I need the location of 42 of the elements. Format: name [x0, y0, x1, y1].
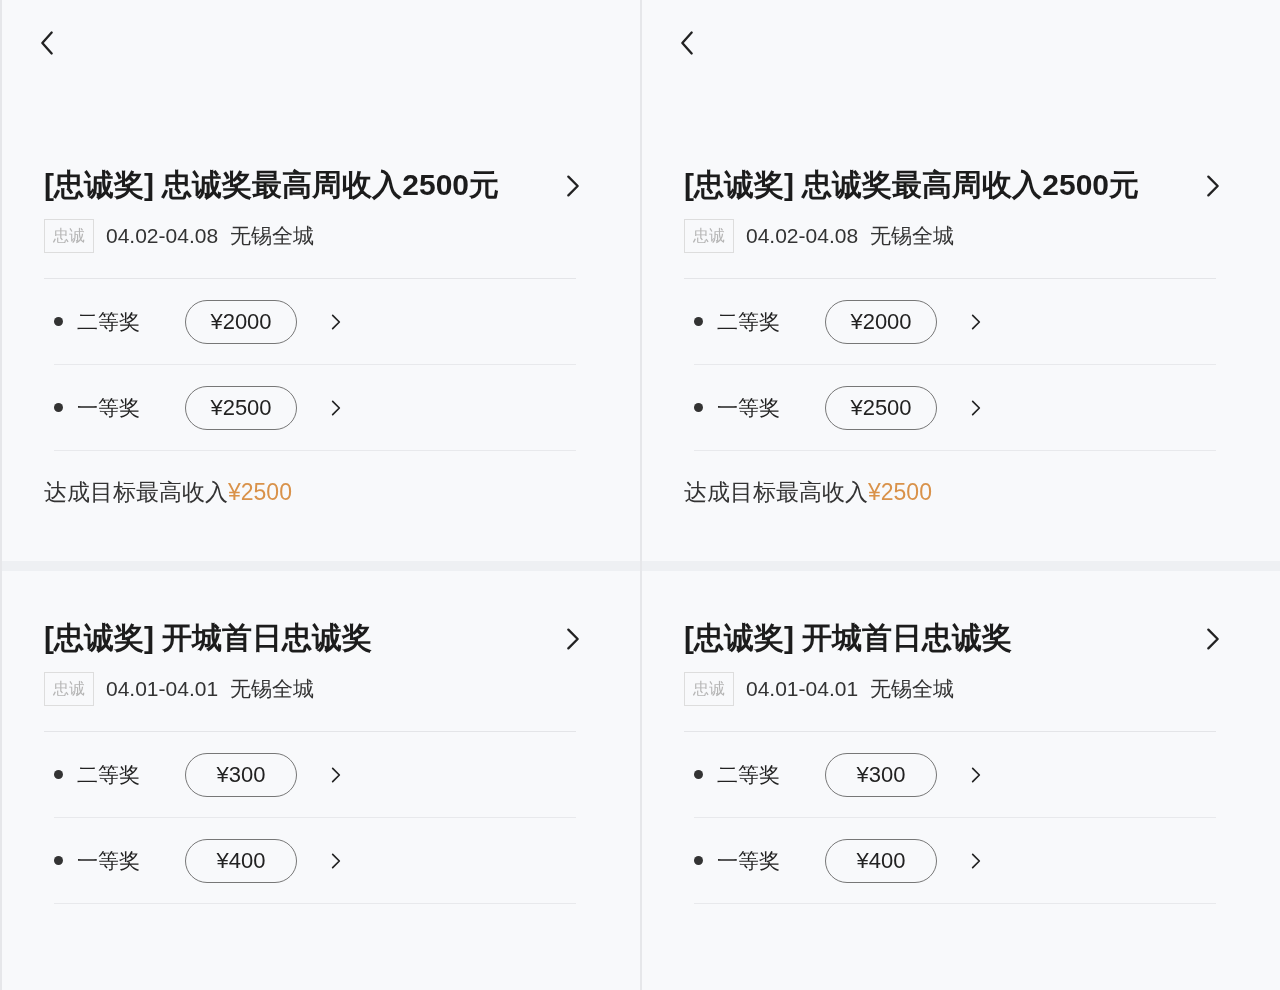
chevron-right-icon[interactable] [971, 312, 981, 331]
chevron-right-icon[interactable] [971, 765, 981, 784]
prize-level: 一等奖 [77, 394, 141, 421]
prize-level: 二等奖 [717, 761, 781, 788]
chevron-right-icon[interactable] [971, 398, 981, 417]
date-range: 04.02-04.08 [746, 223, 859, 250]
footer-label: 达成目标最高收入 [44, 477, 228, 507]
footer-label: 达成目标最高收入 [684, 477, 868, 507]
card-title: [忠诚奖] 开城首日忠诚奖 [44, 620, 374, 656]
chevron-right-icon[interactable] [1206, 627, 1220, 651]
city-area: 无锡全城 [870, 673, 955, 705]
chevron-right-icon[interactable] [331, 851, 341, 870]
city-area: 无锡全城 [230, 673, 315, 705]
prize-level: 二等奖 [77, 761, 141, 788]
chevron-right-icon[interactable] [566, 627, 580, 651]
category-tag: 忠诚 [684, 672, 734, 706]
max-income: ¥2500 [868, 477, 932, 507]
category-tag: 忠诚 [44, 672, 94, 706]
chevron-right-icon[interactable] [331, 398, 341, 417]
chevron-right-icon[interactable] [331, 312, 341, 331]
date-range: 04.02-04.08 [106, 223, 219, 250]
max-income: ¥2500 [228, 477, 292, 507]
chevron-right-icon[interactable] [1206, 174, 1220, 198]
city-area: 无锡全城 [870, 220, 955, 252]
back-icon[interactable] [680, 30, 694, 56]
chevron-right-icon[interactable] [971, 851, 981, 870]
prize-level: 二等奖 [77, 308, 141, 335]
city-area: 无锡全城 [230, 220, 315, 252]
prize-level: 二等奖 [717, 308, 781, 335]
category-tag: 忠诚 [684, 219, 734, 253]
chevron-right-icon[interactable] [331, 765, 341, 784]
date-range: 04.01-04.01 [106, 676, 219, 703]
date-range: 04.01-04.01 [746, 676, 859, 703]
prize-level: 一等奖 [717, 394, 781, 421]
back-icon[interactable] [40, 30, 54, 56]
chevron-right-icon[interactable] [566, 174, 580, 198]
prize-level: 一等奖 [717, 847, 781, 874]
prize-level: 一等奖 [77, 847, 141, 874]
category-tag: 忠诚 [44, 219, 94, 253]
card-title: [忠诚奖] 忠诚奖最高周收入2500元 [44, 167, 501, 203]
card-title: [忠诚奖] 忠诚奖最高周收入2500元 [684, 167, 1141, 203]
card-title: [忠诚奖] 开城首日忠诚奖 [684, 620, 1014, 656]
